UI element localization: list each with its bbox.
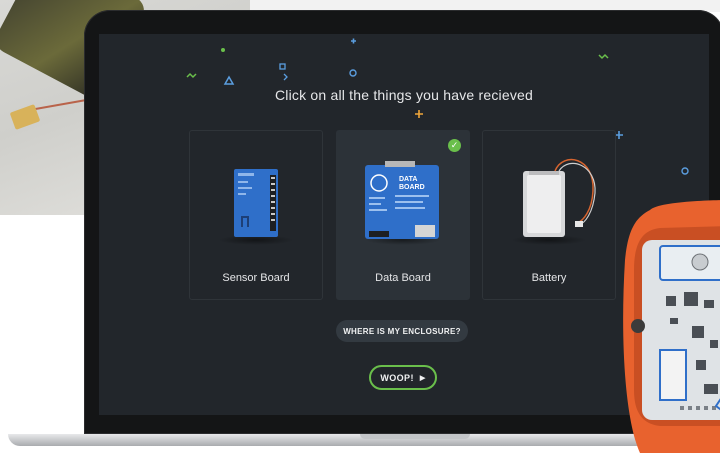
card-label: Sensor Board	[222, 272, 290, 284]
woop-button[interactable]: WOOP! ▶	[369, 365, 437, 390]
page-title: Click on all the things you have recieve…	[274, 87, 533, 103]
battery-image	[523, 158, 596, 237]
card-data-board[interactable]: ✓ DATA BOARD Data Board	[336, 130, 470, 300]
photo-chip	[9, 104, 41, 130]
card-sensor-board[interactable]: Sensor Board	[189, 130, 323, 300]
laptop-notch	[360, 434, 470, 439]
photo-wire	[30, 99, 86, 111]
where-is-my-enclosure-button[interactable]: WHERE IS MY ENCLOSURE?	[336, 320, 468, 342]
device-photo	[623, 200, 720, 453]
woop-button-label: WOOP!	[380, 372, 414, 383]
card-label: Data Board	[375, 272, 431, 284]
card-battery[interactable]: Battery	[482, 130, 616, 300]
board-printed-text: DATA BOARD	[399, 176, 425, 191]
chevron-right-icon: ▶	[419, 374, 426, 382]
card-label: Battery	[531, 272, 567, 284]
sensor-board-image	[234, 169, 278, 237]
